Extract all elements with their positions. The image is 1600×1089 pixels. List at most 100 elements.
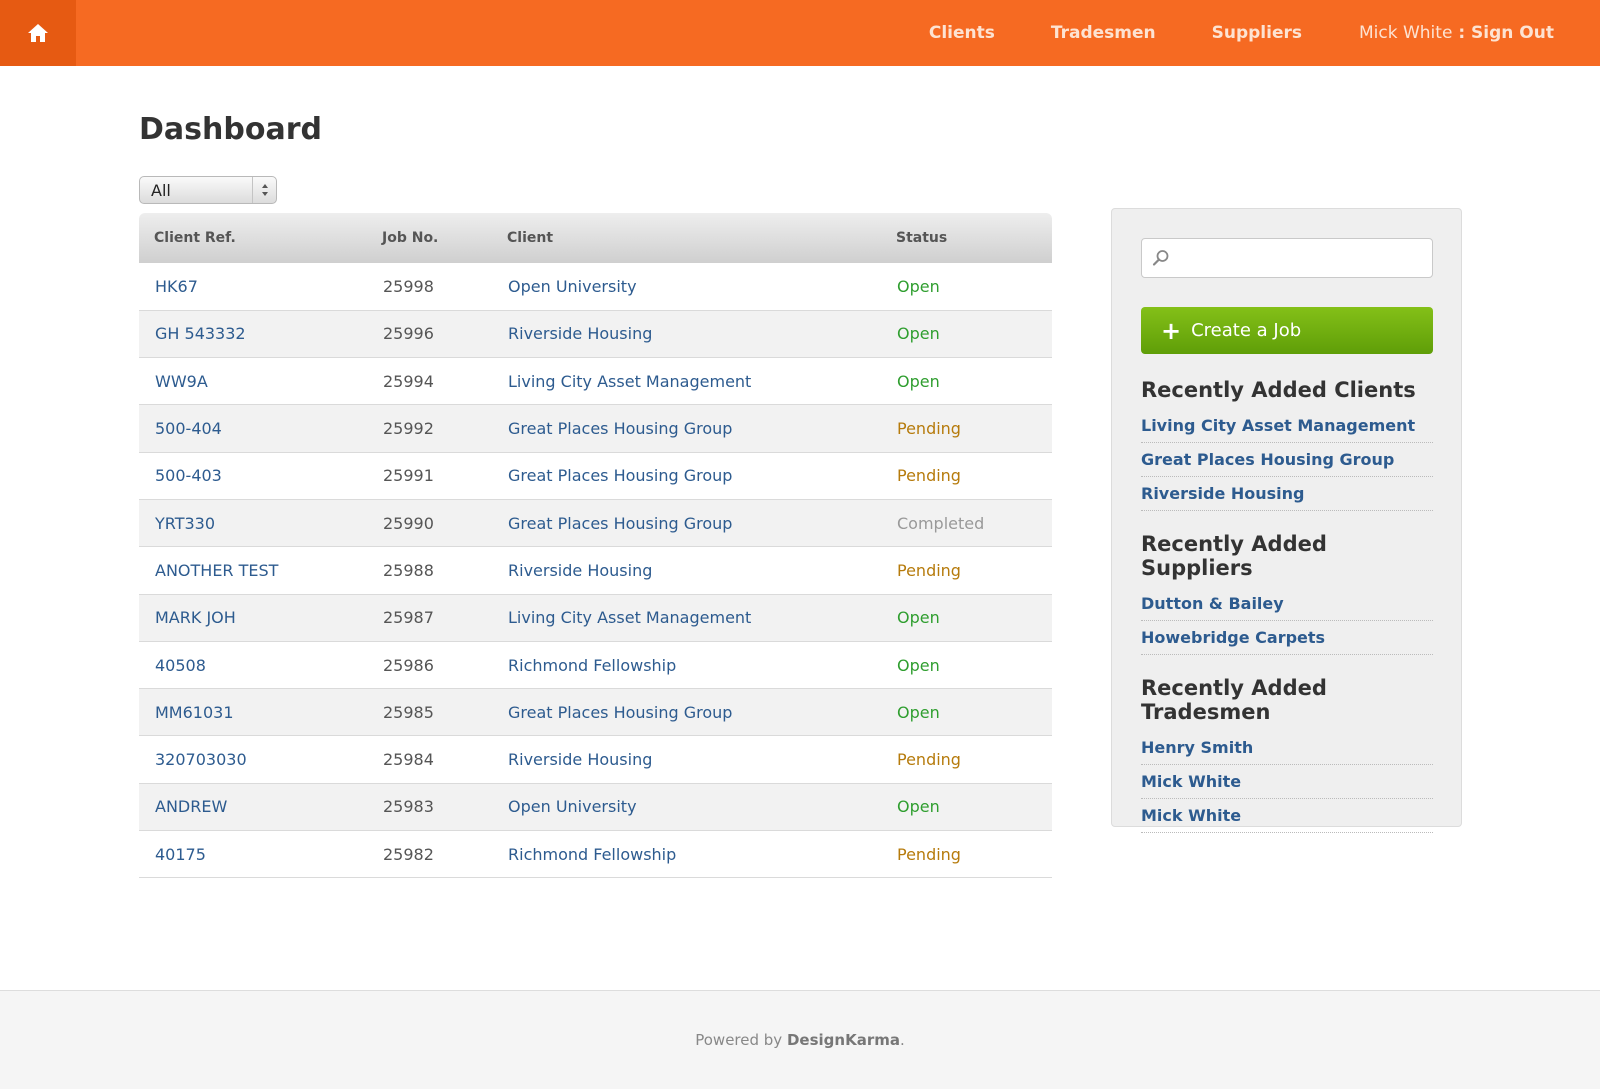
cell-job-no: 25990: [367, 499, 492, 548]
recent-supplier-link[interactable]: Howebridge Carpets: [1141, 621, 1433, 655]
client-link[interactable]: Open University: [508, 277, 637, 296]
client-ref-link[interactable]: 500-404: [155, 419, 222, 438]
status-badge: Open: [881, 641, 1052, 690]
header-job-no: Job No.: [367, 213, 492, 263]
cell-client: Richmond Fellowship: [492, 830, 881, 879]
search-box[interactable]: [1141, 238, 1433, 278]
cell-client: Great Places Housing Group: [492, 452, 881, 500]
cell-client-ref: GH 543332: [139, 310, 367, 359]
recent-tradesman-link[interactable]: Mick White: [1141, 799, 1433, 833]
recent-tradesman-link[interactable]: Mick White: [1141, 765, 1433, 799]
client-ref-link[interactable]: GH 543332: [155, 324, 246, 343]
client-link[interactable]: Living City Asset Management: [508, 372, 751, 391]
cell-job-no: 25985: [367, 688, 492, 737]
cell-job-no: 25994: [367, 357, 492, 406]
home-button[interactable]: [0, 0, 76, 66]
recent-tradesman-link[interactable]: Henry Smith: [1141, 731, 1433, 765]
recent-client-link[interactable]: Living City Asset Management: [1141, 409, 1433, 443]
recent-supplier-link[interactable]: Dutton & Bailey: [1141, 587, 1433, 621]
client-ref-link[interactable]: WW9A: [155, 372, 208, 391]
table-row: ANDREW 25983 Open University Open: [139, 783, 1052, 832]
client-link[interactable]: Riverside Housing: [508, 561, 652, 580]
client-link[interactable]: Riverside Housing: [508, 750, 652, 769]
top-nav-bar: Clients Tradesmen Suppliers Mick White :…: [0, 0, 1600, 66]
client-ref-link[interactable]: HK67: [155, 277, 198, 296]
cell-client-ref: MARK JOH: [139, 594, 367, 642]
client-link[interactable]: Great Places Housing Group: [508, 466, 732, 485]
recent-tradesmen-heading: Recently Added Tradesmen: [1141, 676, 1327, 724]
status-badge: Pending: [881, 546, 1052, 595]
cell-client: Riverside Housing: [492, 735, 881, 784]
client-ref-link[interactable]: 40175: [155, 845, 206, 864]
filter-selected-value: All: [151, 180, 171, 200]
sign-out-link[interactable]: Sign Out: [1471, 23, 1554, 43]
status-badge: Open: [881, 263, 1052, 311]
recent-client-link[interactable]: Riverside Housing: [1141, 477, 1433, 511]
plus-icon: +: [1161, 316, 1182, 345]
table-row: MM61031 25985 Great Places Housing Group Op…: [139, 688, 1052, 737]
status-badge: Pending: [881, 452, 1052, 500]
cell-client: Living City Asset Management: [492, 594, 881, 642]
client-ref-link[interactable]: YRT330: [155, 514, 215, 533]
cell-client: Riverside Housing: [492, 546, 881, 595]
client-link[interactable]: Great Places Housing Group: [508, 419, 732, 438]
client-link[interactable]: Living City Asset Management: [508, 608, 751, 627]
status-badge: Pending: [881, 404, 1052, 453]
recent-clients-list: Living City Asset Management Great Place…: [1141, 409, 1433, 511]
status-badge: Open: [881, 310, 1052, 359]
client-ref-link[interactable]: 320703030: [155, 750, 247, 769]
cell-client-ref: HK67: [139, 263, 367, 311]
client-ref-link[interactable]: ANOTHER TEST: [155, 561, 278, 580]
cell-client-ref: MM61031: [139, 688, 367, 737]
recent-suppliers-list: Dutton & Bailey Howebridge Carpets: [1141, 587, 1433, 655]
header-status: Status: [881, 213, 1052, 263]
client-link[interactable]: Riverside Housing: [508, 324, 652, 343]
footer: Powered by DesignKarma.: [0, 990, 1600, 1089]
client-link[interactable]: Richmond Fellowship: [508, 656, 676, 675]
client-ref-link[interactable]: MARK JOH: [155, 608, 236, 627]
client-link[interactable]: Open University: [508, 797, 637, 816]
nav-clients[interactable]: Clients: [929, 23, 995, 43]
main-nav: Clients Tradesmen Suppliers Mick White :…: [873, 0, 1554, 66]
cell-client-ref: 40508: [139, 641, 367, 690]
create-job-label: Create a Job: [1191, 320, 1302, 341]
cell-client-ref: 320703030: [139, 735, 367, 784]
status-badge: Open: [881, 688, 1052, 737]
cell-client: Living City Asset Management: [492, 357, 881, 406]
status-badge: Open: [881, 594, 1052, 642]
client-ref-link[interactable]: 40508: [155, 656, 206, 675]
nav-suppliers[interactable]: Suppliers: [1212, 23, 1302, 43]
cell-client-ref: ANDREW: [139, 783, 367, 832]
footer-brand-link[interactable]: DesignKarma: [787, 1031, 900, 1049]
page-title: Dashboard: [139, 112, 322, 147]
client-ref-link[interactable]: ANDREW: [155, 797, 227, 816]
table-row: MARK JOH 25987 Living City Asset Managemen…: [139, 594, 1052, 642]
cell-job-no: 25982: [367, 830, 492, 879]
select-arrows-icon: [252, 177, 276, 203]
status-badge: Open: [881, 783, 1052, 832]
cell-job-no: 25998: [367, 263, 492, 311]
client-ref-link[interactable]: 500-403: [155, 466, 222, 485]
home-icon: [28, 24, 48, 42]
nav-tradesmen[interactable]: Tradesmen: [1051, 23, 1156, 43]
cell-client-ref: ANOTHER TEST: [139, 546, 367, 595]
table-row: GH 543332 25996 Riverside Housing Open: [139, 310, 1052, 359]
client-ref-link[interactable]: MM61031: [155, 703, 234, 722]
cell-client: Open University: [492, 263, 881, 311]
table-row: YRT330 25990 Great Places Housing Group Com…: [139, 499, 1052, 548]
cell-client-ref: 40175: [139, 830, 367, 879]
cell-client: Open University: [492, 783, 881, 832]
client-link[interactable]: Great Places Housing Group: [508, 703, 732, 722]
cell-job-no: 25991: [367, 452, 492, 500]
client-link[interactable]: Great Places Housing Group: [508, 514, 732, 533]
client-link[interactable]: Richmond Fellowship: [508, 845, 676, 864]
search-icon: [1152, 250, 1169, 266]
cell-client: Great Places Housing Group: [492, 499, 881, 548]
search-input[interactable]: [1176, 243, 1432, 273]
table-row: ANOTHER TEST 25988 Riverside Housing Pendin…: [139, 546, 1052, 595]
recent-client-link[interactable]: Great Places Housing Group: [1141, 443, 1433, 477]
status-filter-select[interactable]: All: [139, 176, 277, 204]
create-job-button[interactable]: + Create a Job: [1141, 307, 1433, 354]
table-row: 40508 25986 Richmond Fellowship Open: [139, 641, 1052, 690]
cell-client: Great Places Housing Group: [492, 688, 881, 737]
